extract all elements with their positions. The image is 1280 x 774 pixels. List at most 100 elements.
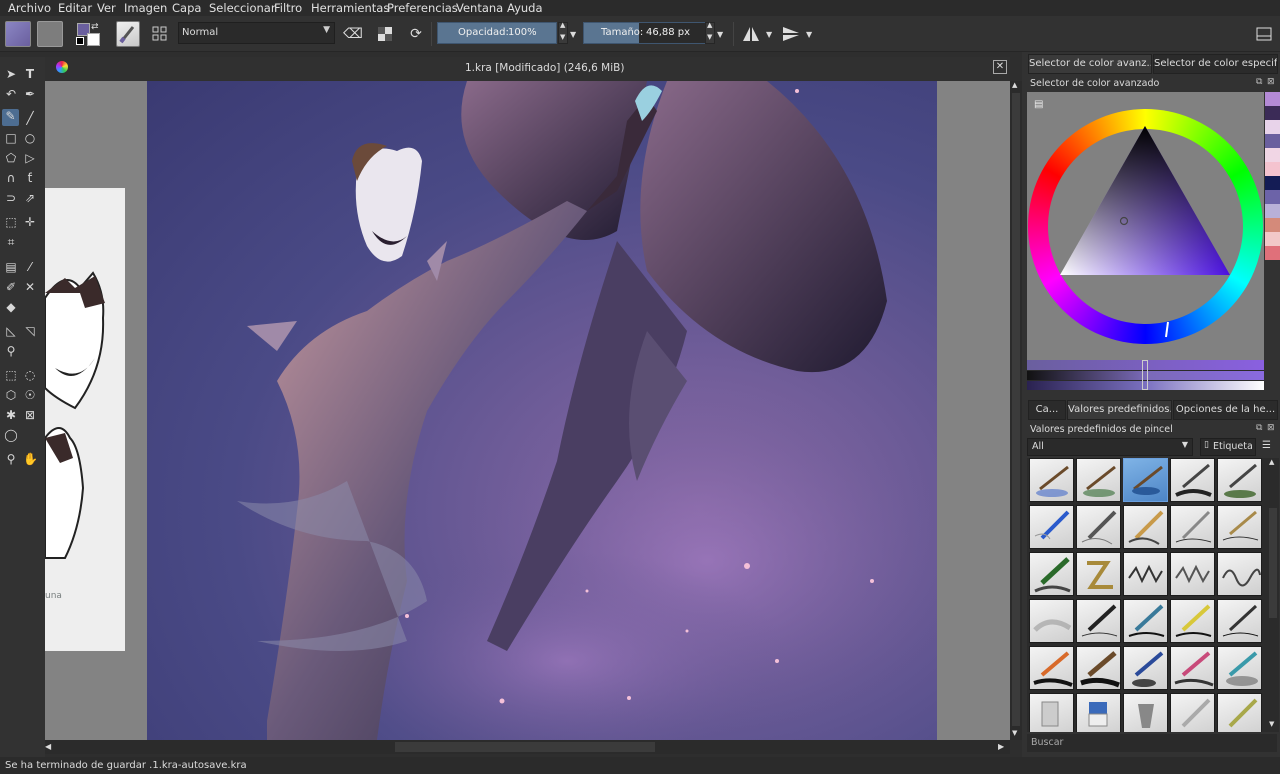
float-docker-icon[interactable]: ⧉ [1256, 77, 1262, 87]
text-tool-icon[interactable]: T [23, 67, 37, 81]
scroll-left-icon[interactable]: ◀ [45, 742, 51, 751]
freehand-path-icon[interactable]: ƭ [23, 171, 37, 185]
brush-preset-ink-wet[interactable] [1170, 458, 1215, 502]
assistant-tool-icon[interactable]: ◺ [4, 324, 18, 338]
color-sliders[interactable] [1027, 360, 1264, 390]
brush-search-input[interactable]: Buscar [1027, 734, 1277, 752]
size-dropdown-icon[interactable]: ▼ [717, 30, 723, 39]
saturation-value-triangle[interactable] [1027, 92, 1264, 360]
brush-preset-blue-pencil[interactable] [1029, 505, 1074, 549]
brush-preset-orange-paint[interactable] [1029, 646, 1074, 690]
color-picker-icon[interactable]: ⁄ [23, 260, 37, 274]
color-selector-area[interactable]: ▤ [1027, 92, 1264, 360]
eraser-mode-button[interactable]: ⌫ [342, 21, 364, 47]
brush-preset-watercolor[interactable] [1029, 458, 1074, 502]
ellipse-select-icon[interactable]: ◌ [23, 368, 37, 382]
brush-preset-blender[interactable] [1170, 693, 1215, 732]
brush-preset-button[interactable] [116, 21, 140, 47]
rect-select-icon[interactable]: ⬚ [4, 368, 18, 382]
brush-preset-selected[interactable] [1123, 458, 1168, 502]
brush-preset-filter[interactable] [1217, 693, 1262, 732]
mirror-vertical-button[interactable] [779, 21, 803, 47]
bezier-select-icon[interactable]: ◯ [4, 428, 18, 442]
menu-ventana[interactable]: Ventana [456, 1, 503, 15]
palette-swatch[interactable] [1265, 162, 1280, 176]
brush-preset-pink-chalk[interactable] [1170, 646, 1215, 690]
brush-preset-eraser-soft[interactable] [1029, 693, 1074, 732]
mirror-h-dropdown-icon[interactable]: ▼ [766, 30, 772, 39]
tab-brush-presets[interactable]: Valores predefinidos... [1067, 400, 1172, 420]
tab-advanced-color-selector[interactable]: Selector de color avanz... [1028, 54, 1152, 74]
menu-capa[interactable]: Capa [172, 1, 201, 15]
brush-preset-eraser-blue[interactable] [1076, 693, 1121, 732]
freehand-select-icon[interactable]: ☉ [23, 388, 37, 402]
scroll-down-icon[interactable]: ▼ [1269, 720, 1274, 728]
preset-filter-select[interactable]: All ▼ [1027, 438, 1193, 456]
palette-swatch[interactable] [1265, 218, 1280, 232]
palette-swatch[interactable] [1265, 120, 1280, 134]
menu-archivo[interactable]: Archivo [8, 1, 51, 15]
canvas-viewport[interactable]: una [45, 81, 1010, 740]
gradient-preset-button[interactable] [5, 21, 31, 47]
brush-grid-scrollbar[interactable]: ▲ ▼ [1267, 458, 1279, 732]
brush-preset-eraser-gray[interactable] [1123, 693, 1168, 732]
size-slider[interactable]: Tamaño: 46,88 px [583, 22, 711, 44]
brush-grid-scroll-thumb[interactable] [1269, 508, 1277, 618]
tab-tool-options[interactable]: Opciones de la he... [1173, 400, 1278, 420]
opacity-spinner[interactable]: ▲ ▼ [558, 21, 568, 44]
palette-swatch[interactable] [1265, 232, 1280, 246]
brush-preset-nib[interactable] [1217, 599, 1262, 643]
menu-filtro[interactable]: Filtro [274, 1, 302, 15]
colorize-mask-icon[interactable]: ✐ [4, 280, 18, 294]
brush-preset-marker-teal[interactable] [1123, 599, 1168, 643]
brush-preset-pen-silver[interactable] [1170, 505, 1215, 549]
reference-tool-icon[interactable]: ⚲ [4, 344, 18, 358]
ellipse-tool-icon[interactable]: ○ [23, 131, 37, 145]
close-document-button[interactable]: ✕ [993, 60, 1007, 74]
brush-preset-wet-green[interactable] [1076, 458, 1121, 502]
workspace-button[interactable] [1252, 21, 1276, 47]
zoom-tool-icon[interactable]: ⚲ [4, 452, 18, 466]
palette-swatch[interactable] [1265, 148, 1280, 162]
display-settings-icon[interactable]: ☰ [1262, 440, 1271, 451]
edit-shapes-icon[interactable]: ↶ [4, 87, 18, 101]
slider-handle[interactable] [1142, 360, 1148, 390]
brush-preset-marker-yellow[interactable] [1170, 599, 1215, 643]
vertical-scrollbar[interactable]: ▲ ▼ [1010, 81, 1022, 740]
menu-editar[interactable]: Editar [58, 1, 92, 15]
multibrush-icon[interactable]: ⇗ [23, 191, 37, 205]
size-spinner[interactable]: ▲ ▼ [705, 21, 715, 44]
menu-herramientas[interactable]: Herramientas [311, 1, 389, 15]
brush-preset-bristle[interactable] [1076, 646, 1121, 690]
calligraphy-icon[interactable]: ✒ [23, 87, 37, 101]
scroll-right-icon[interactable]: ▶ [998, 742, 1004, 751]
brush-editor-button[interactable] [148, 21, 172, 47]
reset-colors-icon[interactable] [76, 37, 84, 45]
pan-tool-icon[interactable]: ✋ [23, 452, 38, 466]
tab-layers[interactable]: Ca... [1028, 400, 1066, 420]
brush-preset-pencil-gray[interactable] [1076, 505, 1121, 549]
fill-tool-icon[interactable]: ◆ [4, 300, 18, 314]
scroll-down-icon[interactable]: ▼ [1012, 729, 1017, 737]
reload-preset-button[interactable]: ⟳ [405, 21, 427, 47]
polyline-tool-icon[interactable]: ▷ [23, 151, 37, 165]
palette-swatch[interactable] [1265, 92, 1280, 106]
painting-canvas[interactable] [147, 81, 937, 740]
background-color[interactable] [87, 33, 100, 46]
close-docker-icon[interactable]: ⊠ [1267, 77, 1275, 87]
polygon-tool-icon[interactable]: ⬠ [4, 151, 18, 165]
horizontal-scroll-thumb[interactable] [395, 742, 655, 752]
menu-seleccionar[interactable]: Seleccionar [209, 1, 276, 15]
tab-specific-color-selector[interactable]: Selector de color especif... [1153, 54, 1278, 74]
preserve-alpha-button[interactable] [374, 21, 396, 47]
smart-patch-icon[interactable]: ✕ [23, 280, 37, 294]
palette-swatch[interactable] [1265, 204, 1280, 218]
brush-preset-wave[interactable] [1217, 552, 1262, 596]
bezier-tool-icon[interactable]: ∩ [4, 171, 18, 185]
opacity-dropdown-icon[interactable]: ▼ [570, 30, 576, 39]
brush-preset-pencil-wood[interactable] [1123, 505, 1168, 549]
scroll-up-icon[interactable]: ▲ [1012, 81, 1017, 89]
brush-preset-green-wash[interactable] [1217, 458, 1262, 502]
horizontal-scrollbar[interactable]: ◀ ▶ [45, 740, 1010, 754]
palette-swatch[interactable] [1265, 246, 1280, 260]
